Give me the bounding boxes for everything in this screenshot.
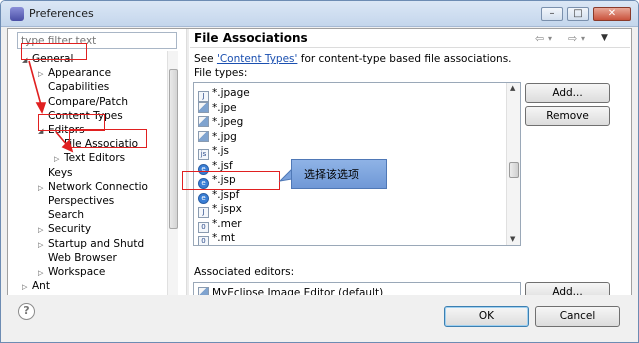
annotation-callout: 选择该选项 [291, 159, 387, 189]
annotation-arrow-2 [55, 131, 74, 153]
annotation-arrow-1 [28, 60, 47, 114]
preferences-window: Preferences – □ ✕ ◢General▷AppearanceCap… [0, 0, 639, 343]
